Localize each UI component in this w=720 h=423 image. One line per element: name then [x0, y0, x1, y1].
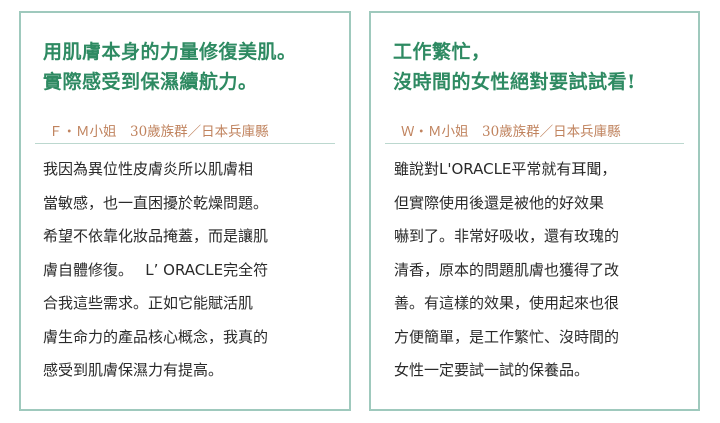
testimonial-author: Ｆ・Ｍ小姐 30歲族群／日本兵庫縣	[49, 124, 269, 140]
body-line: 感受到肌膚保濕力有提高。	[43, 361, 224, 379]
testimonial-headline: 工作繁忙， 沒時間的女性絕對要試試看!	[393, 37, 636, 97]
headline-line: 用肌膚本身的力量修復美肌。	[43, 41, 297, 63]
headline-line: 工作繁忙，	[393, 41, 491, 63]
headline-line: 實際感受到保濕續航力。	[43, 71, 258, 93]
body-line: 女性一定要試一試的保養品。	[394, 361, 590, 379]
body-line: 善。有這樣的效果，使用起來也很	[394, 294, 620, 312]
testimonial-body: 雖說對L'ORACLE平常就有耳聞， 但實際使用後還是被他的好效果 嚇到了。非常…	[394, 153, 619, 388]
body-line: 方便簡單，是工作繁忙、沒時間的	[394, 327, 620, 346]
testimonial-headline: 用肌膚本身的力量修復美肌。 實際感受到保濕續航力。	[43, 37, 297, 97]
testimonial-author: Ｗ・Ｍ小姐 30歲族群／日本兵庫縣	[401, 124, 621, 140]
body-line: 希望不依靠化妝品掩蓋，而是讓肌	[43, 227, 269, 245]
divider	[35, 143, 335, 144]
testimonial-card-1: 用肌膚本身的力量修復美肌。 實際感受到保濕續航力。 Ｆ・Ｍ小姐 30歲族群／日本…	[19, 11, 351, 411]
divider	[385, 143, 684, 144]
body-line: 合我這些需求。正如它能賦活肌	[43, 294, 254, 312]
body-line: 嚇到了。非常好吸收，還有玫瑰的	[394, 227, 620, 245]
body-line: 清香，原本的問題肌膚也獲得了改	[394, 260, 620, 279]
body-line: 膚生命力的產品核心概念，我真的	[43, 327, 269, 346]
body-line: 雖說對L'ORACLE平常就有耳聞，	[394, 160, 617, 178]
body-line: 但實際使用後還是被他的好效果	[394, 193, 605, 212]
headline-line: 沒時間的女性絕對要試試看!	[393, 71, 636, 93]
testimonial-card-2: 工作繁忙， 沒時間的女性絕對要試試看! Ｗ・Ｍ小姐 30歲族群／日本兵庫縣 雖說…	[369, 11, 700, 411]
body-line: 當敏感，也一直困擾於乾燥問題。	[43, 193, 269, 212]
testimonial-body: 我因為異位性皮膚炎所以肌膚相 當敏感，也一直困擾於乾燥問題。 希望不依靠化妝品掩…	[43, 153, 268, 388]
body-line: 我因為異位性皮膚炎所以肌膚相	[43, 160, 254, 178]
body-line: 膚自體修復。 L’ ORACLE完全符	[43, 260, 269, 279]
